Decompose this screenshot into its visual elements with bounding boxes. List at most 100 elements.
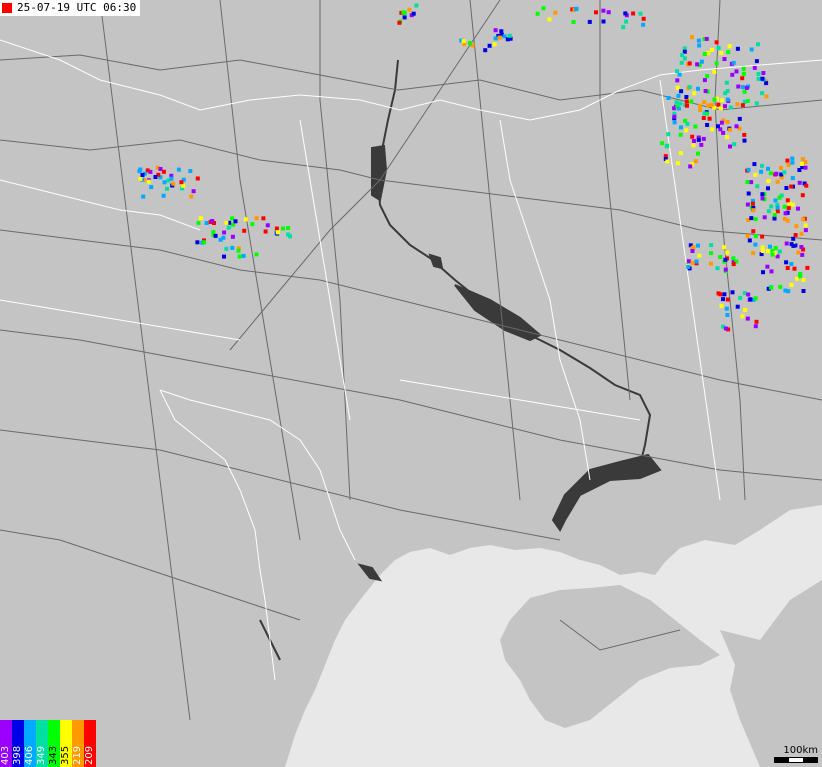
strike-marker — [728, 105, 733, 110]
strike-marker — [753, 172, 758, 177]
strike-marker — [785, 198, 790, 203]
strike-marker — [672, 120, 677, 125]
strike-marker — [738, 295, 743, 300]
strike-marker — [171, 181, 176, 186]
strike-marker — [789, 262, 794, 266]
strike-marker — [755, 184, 760, 189]
strike-marker — [233, 219, 238, 224]
strike-marker — [742, 99, 747, 104]
scale-label: 100km — [783, 745, 818, 756]
strike-marker — [202, 240, 207, 245]
strike-marker — [743, 307, 748, 312]
strike-marker — [411, 11, 416, 16]
strike-marker — [684, 95, 689, 99]
strike-marker — [798, 274, 803, 279]
legend-label: 398 — [12, 745, 23, 765]
strike-marker — [783, 288, 788, 293]
strike-marker — [734, 69, 739, 74]
strike-marker — [804, 183, 809, 188]
strike-marker — [792, 266, 797, 271]
strike-marker — [138, 176, 143, 181]
strike-marker — [749, 47, 754, 52]
strike-marker — [782, 216, 787, 221]
strike-marker — [402, 15, 407, 20]
strike-marker — [773, 246, 778, 250]
strike-marker — [499, 29, 504, 34]
strike-marker — [736, 84, 741, 89]
strike-marker — [741, 85, 745, 90]
strike-marker — [675, 161, 680, 166]
strike-marker — [690, 249, 695, 253]
strike-marker — [735, 304, 740, 309]
strike-marker — [638, 11, 643, 16]
strike-marker — [740, 314, 745, 319]
strike-marker — [730, 290, 735, 295]
strike-marker — [137, 169, 142, 174]
strike-marker — [698, 108, 703, 112]
strike-marker — [230, 245, 235, 250]
strike-marker — [703, 89, 708, 93]
strike-marker — [719, 51, 724, 56]
strike-marker — [487, 43, 492, 48]
strike-marker — [723, 104, 727, 109]
strike-marker — [760, 196, 765, 201]
strike-marker — [676, 93, 681, 98]
strike-marker — [666, 96, 671, 100]
strike-marker — [778, 284, 783, 289]
strike-marker — [606, 10, 611, 15]
strike-marker — [690, 35, 694, 40]
strike-marker — [721, 130, 726, 135]
legend-cell: 406 — [24, 720, 36, 767]
strike-marker — [725, 297, 730, 302]
strike-marker — [254, 252, 259, 257]
strike-marker — [694, 259, 699, 264]
strike-marker — [601, 8, 606, 13]
strike-marker — [719, 98, 724, 103]
strike-marker — [712, 69, 717, 74]
strike-marker — [705, 123, 710, 127]
strike-marker — [716, 102, 721, 107]
strike-marker — [461, 39, 466, 44]
strike-marker — [261, 216, 266, 221]
strike-marker — [710, 127, 715, 132]
strike-marker — [674, 100, 679, 105]
strike-marker — [547, 17, 552, 22]
strike-marker — [242, 228, 247, 233]
strike-marker — [263, 229, 268, 234]
strike-marker — [678, 101, 683, 106]
strike-marker — [803, 165, 808, 170]
strike-marker — [775, 205, 780, 210]
strike-marker — [761, 71, 766, 75]
legend-label: 349 — [36, 745, 47, 765]
strike-marker — [226, 225, 231, 230]
strike-marker — [727, 44, 732, 49]
strike-marker — [746, 191, 751, 196]
strike-marker — [677, 72, 682, 77]
strike-marker — [679, 125, 683, 130]
legend-cell: 349 — [36, 720, 48, 767]
strike-marker — [748, 297, 753, 302]
strike-marker — [286, 232, 291, 237]
strike-marker — [468, 41, 472, 46]
strike-marker — [800, 252, 805, 257]
strike-marker — [723, 326, 728, 331]
strike-marker — [601, 19, 606, 24]
strike-marker — [198, 216, 203, 221]
strike-marker — [492, 42, 497, 47]
strike-marker — [691, 143, 696, 148]
strike-marker — [772, 216, 777, 221]
strike-marker — [712, 97, 717, 102]
strike-marker — [760, 91, 765, 96]
strike-marker — [701, 136, 706, 141]
strike-marker — [641, 22, 646, 27]
strike-marker — [760, 249, 765, 253]
strike-marker — [704, 36, 709, 41]
strike-marker — [692, 139, 696, 143]
strike-marker — [730, 72, 735, 77]
strike-marker — [805, 265, 810, 270]
strike-marker — [397, 20, 402, 25]
strike-marker — [753, 234, 758, 239]
strike-marker — [678, 151, 683, 156]
strike-marker — [768, 171, 773, 176]
strike-marker — [697, 253, 702, 258]
